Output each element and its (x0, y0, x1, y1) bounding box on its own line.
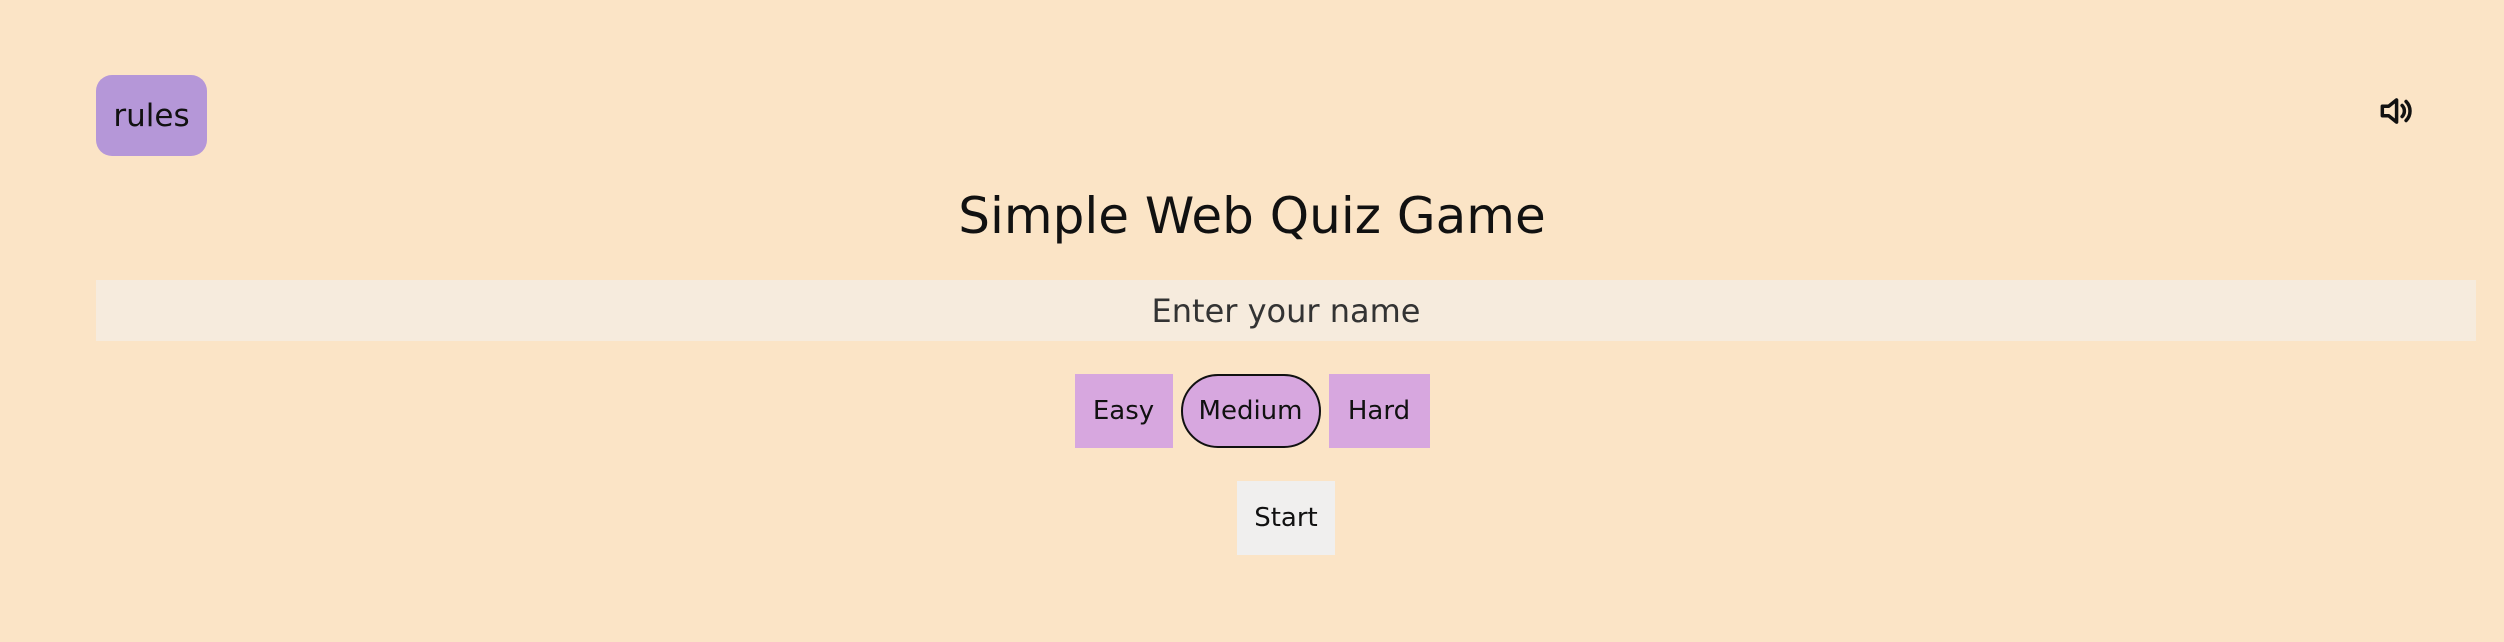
difficulty-easy-button[interactable]: Easy (1074, 374, 1173, 448)
name-input[interactable] (96, 280, 2476, 341)
difficulty-hard-button[interactable]: Hard (1328, 374, 1430, 448)
page-title: Simple Web Quiz Game (958, 187, 1546, 245)
rules-button[interactable]: rules (96, 75, 207, 156)
speaker-volume-icon (2380, 98, 2412, 124)
difficulty-medium-button[interactable]: Medium (1180, 374, 1321, 448)
difficulty-selector: Easy Medium Hard (0, 374, 2504, 448)
sound-toggle-button[interactable] (2374, 90, 2416, 132)
start-button[interactable]: Start (1237, 481, 1335, 555)
quiz-start-screen: rules Simple Web Quiz Game Easy Medium H… (0, 0, 2504, 642)
